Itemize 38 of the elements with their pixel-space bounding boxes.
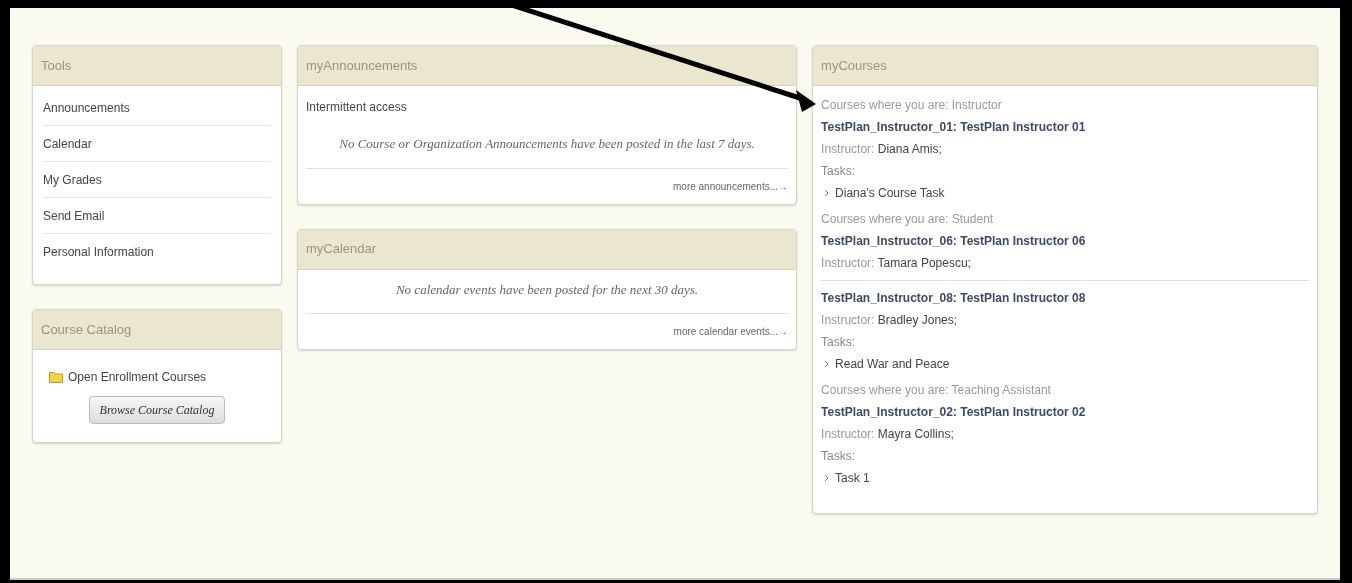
course-link[interactable]: TestPlan_Instructor_08: TestPlan Instructor 08 — [821, 287, 1309, 309]
course-link[interactable]: TestPlan_Instructor_06: TestPlan Instructor 06 — [821, 230, 1309, 252]
folder-link[interactable]: Open Enrollment Courses — [68, 368, 207, 386]
course-link[interactable]: TestPlan_Instructor_02: TestPlan Instructor 02 — [821, 401, 1309, 423]
tasks-label: Tasks: — [821, 334, 857, 351]
more-link[interactable]: more calendar events...→ — [673, 324, 789, 339]
course-instructor: Instructor: Mayra Collins; — [821, 426, 955, 443]
panel-title: Tools — [41, 56, 72, 75]
course-instructor: Instructor: Tamara Popescu; — [821, 255, 972, 272]
tool-link[interactable]: Calendar — [43, 134, 92, 153]
announcement-subtitle: Intermittent access — [306, 99, 408, 116]
more-link[interactable]: more announcements...→ — [673, 178, 789, 194]
chevron-icon — [824, 360, 830, 368]
chevron-icon — [824, 474, 830, 482]
role-heading: Courses where you are: Instructor — [821, 97, 1003, 114]
course-instructor: Instructor: Bradley Jones; — [821, 312, 959, 329]
course-link[interactable]: TestPlan_Instructor_01: TestPlan Instructor 01 — [821, 116, 1309, 138]
panel-title: Course Catalog — [41, 320, 132, 339]
role-heading: Courses where you are: Teaching Assistant — [821, 382, 1052, 399]
panel-title: myCourses — [821, 56, 887, 75]
course-instructor: Instructor: Diana Amis; — [821, 141, 943, 158]
task-link[interactable]: Read War and Peace — [835, 353, 950, 375]
tool-link[interactable]: My Grades — [43, 170, 102, 189]
empty-message: No Course or Organization Announcements have been posted in the last 7 days. — [306, 134, 789, 169]
browse-button[interactable]: Browse Course Catalog — [88, 396, 226, 424]
tasks-label: Tasks: — [821, 448, 857, 465]
panel-title: myCalendar — [306, 240, 377, 259]
role-heading: Courses where you are: Student — [821, 211, 995, 228]
task-link[interactable]: Diana's Course Task — [835, 182, 945, 204]
tool-link[interactable]: Personal Information — [43, 243, 154, 261]
task-link[interactable]: Task 1 — [835, 467, 870, 489]
panel-title: myAnnouncements — [306, 56, 418, 75]
folder-icon — [49, 371, 63, 383]
tasks-label: Tasks: — [821, 163, 857, 180]
chevron-icon — [824, 189, 830, 197]
empty-message: No calendar events have been posted for the next 30 days. — [306, 279, 789, 314]
tool-link[interactable]: Send Email — [43, 206, 105, 225]
tool-link[interactable]: Announcements — [43, 98, 130, 117]
